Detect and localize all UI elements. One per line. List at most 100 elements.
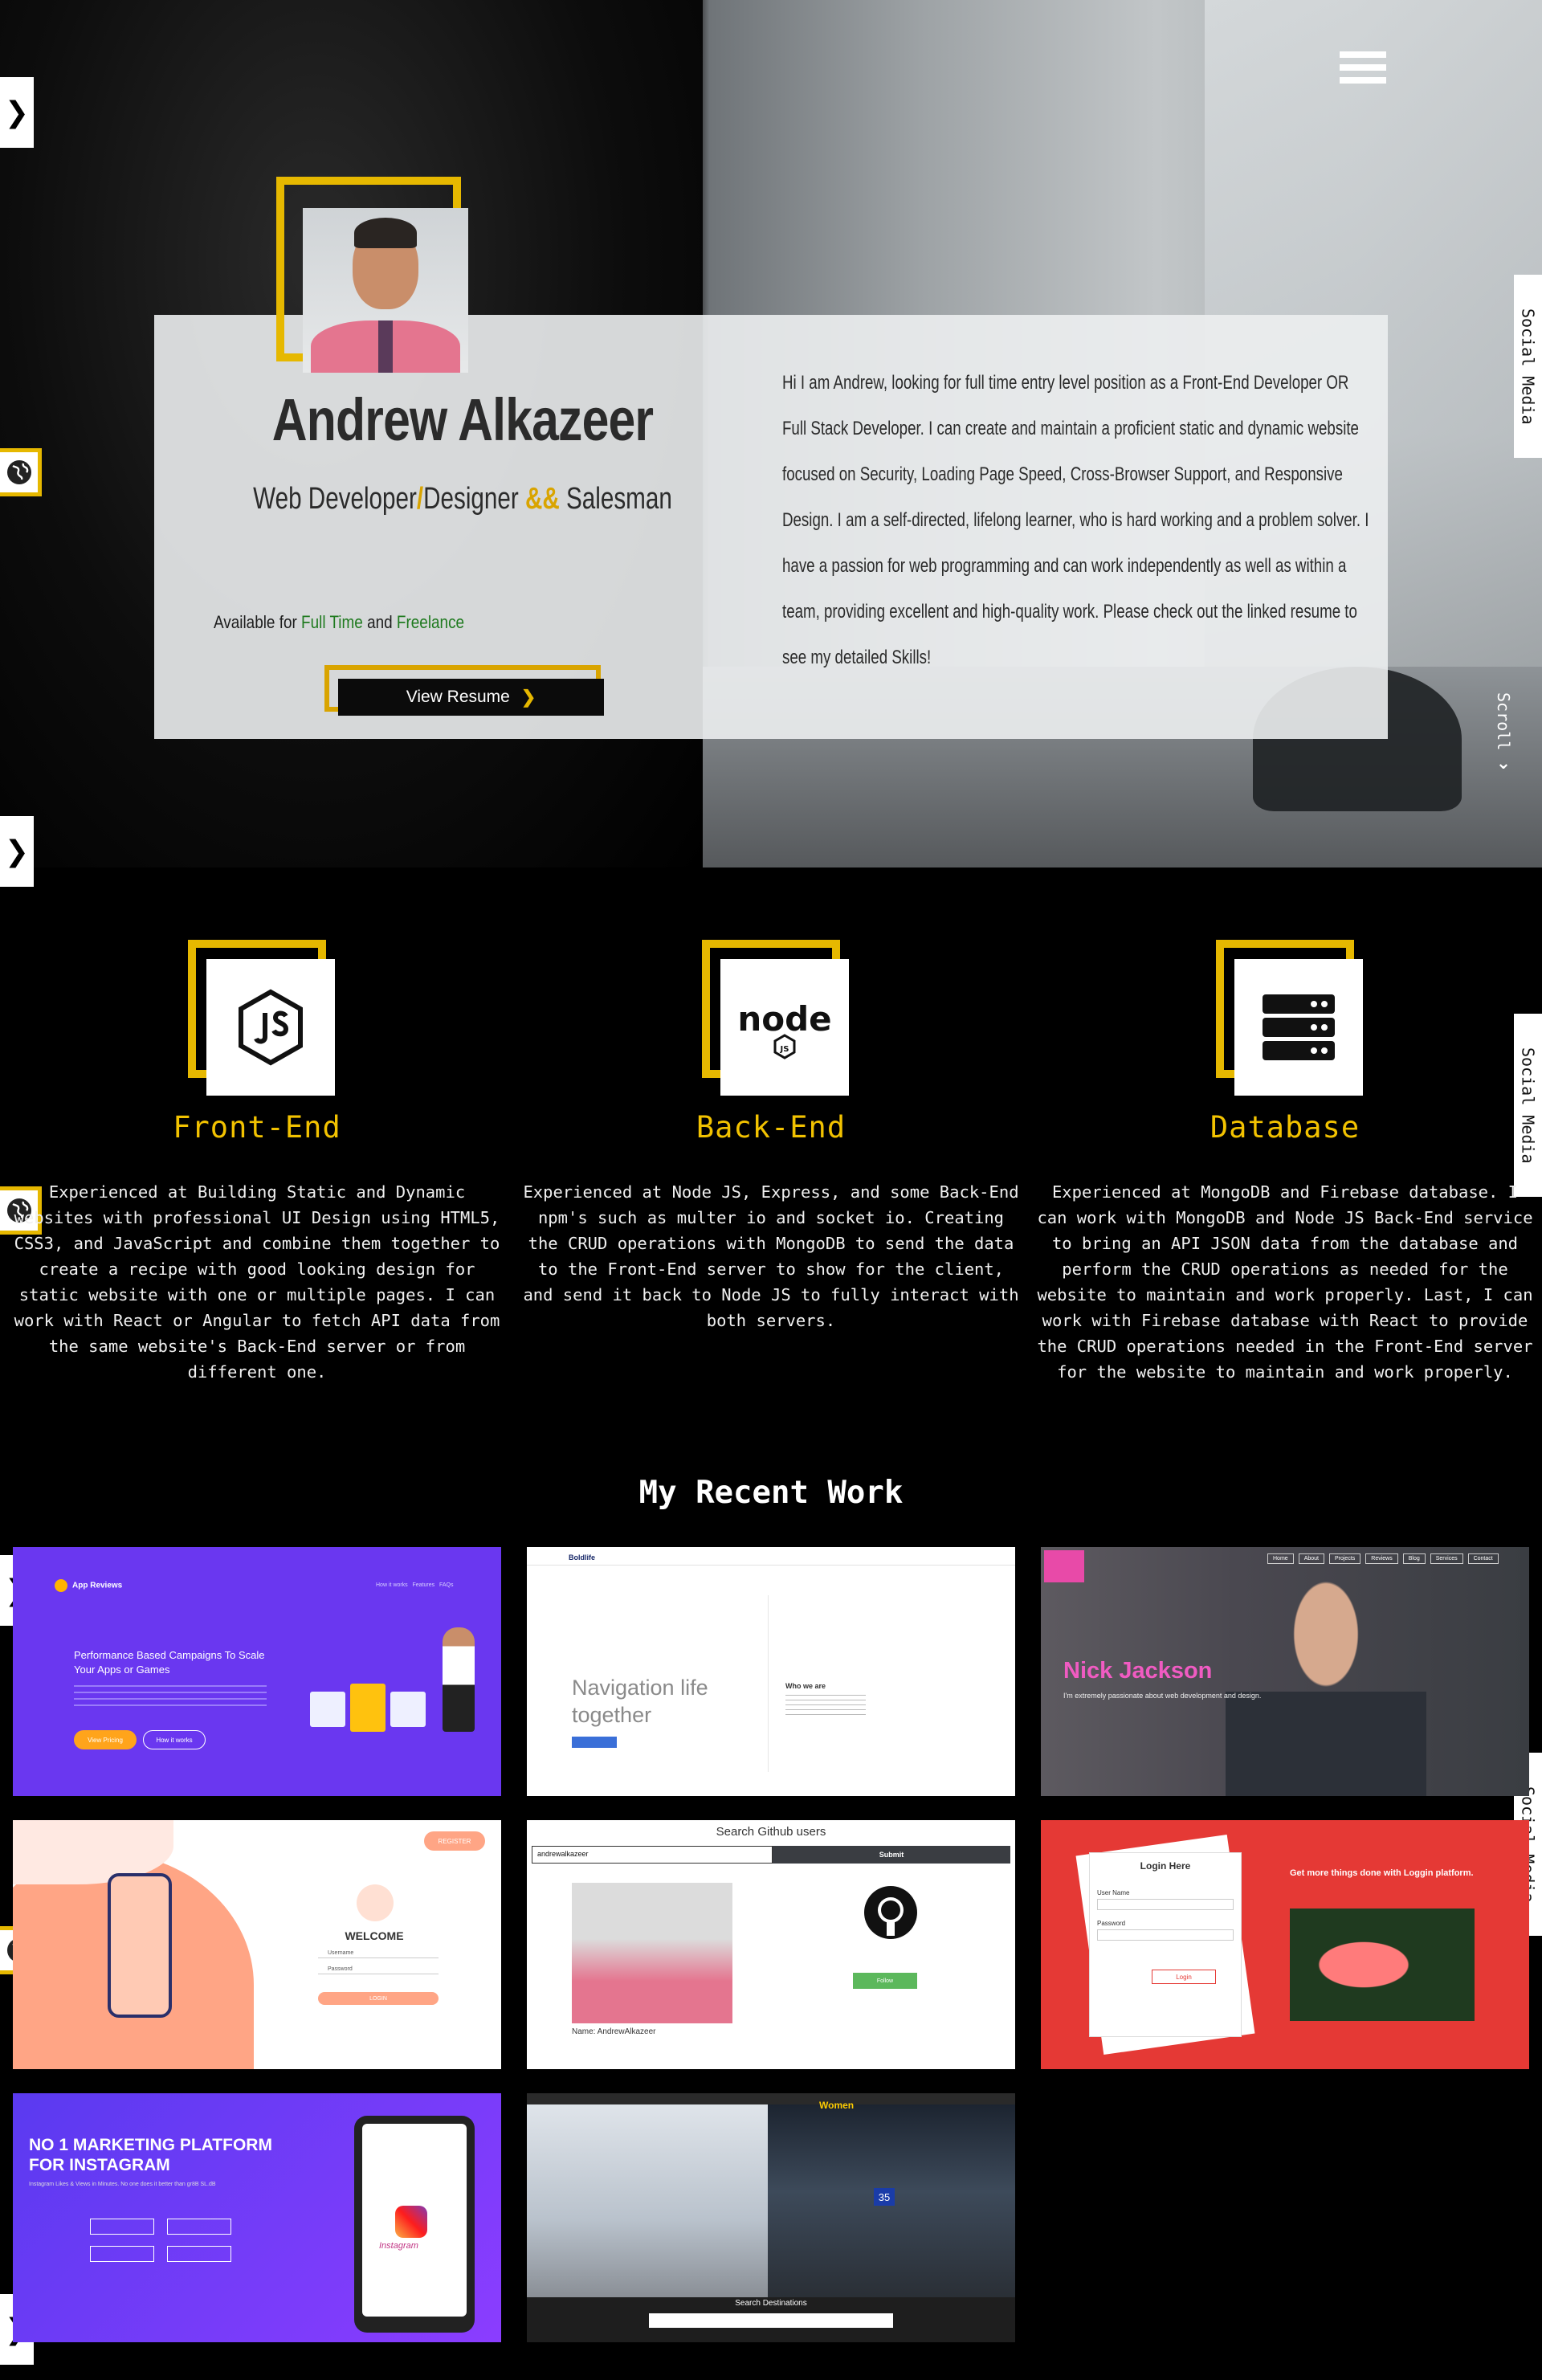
github-icon xyxy=(864,1886,917,1939)
instagram-icon xyxy=(395,2206,427,2238)
role-developer: Web Developer xyxy=(253,482,417,516)
profile-photo xyxy=(303,208,468,373)
project-nav-item: Contact xyxy=(1467,1553,1499,1564)
hero-section: Andrew Alkazeer Web Developer/Designer &… xyxy=(0,0,1542,867)
chevron-down-icon: ⌄ xyxy=(1495,753,1511,774)
nodejs-icon: node JS xyxy=(737,999,832,1059)
project-button: Login xyxy=(1152,1970,1216,1984)
project-button-outline xyxy=(167,2246,231,2262)
project-button: Follow xyxy=(853,1973,917,1989)
illustration-box xyxy=(390,1692,426,1727)
project-nav: Home About Projects Reviews Blog Service… xyxy=(1267,1553,1499,1564)
project-card-nick-jackson[interactable]: Home About Projects Reviews Blog Service… xyxy=(1041,1547,1529,1796)
bio-text: Hi I am Andrew, looking for full time en… xyxy=(782,372,1369,668)
availability: Available for Full Time and Freelance xyxy=(214,612,464,633)
project-card-login-here[interactable]: Login Here User Name Password Login Get … xyxy=(1041,1820,1529,2069)
project-nav-item: Home xyxy=(1267,1553,1294,1564)
project-nav-bar xyxy=(527,2093,1015,2104)
skill-icon-box xyxy=(206,959,335,1096)
project-card-travel[interactable]: Women 35 Search Destinations xyxy=(527,2093,1015,2342)
js-icon xyxy=(239,989,303,1066)
availability-fulltime: Full Time xyxy=(301,612,363,632)
project-headline: Performance Based Campaigns To Scale You… xyxy=(74,1649,265,1676)
scroll-indicator[interactable]: Scroll ⌄ xyxy=(1489,692,1518,774)
role-ampersand: && xyxy=(524,482,560,516)
project-card-github-search[interactable]: Search Github users andrewalkazeer Submi… xyxy=(527,1820,1015,2069)
project-brand: App Reviews xyxy=(55,1579,122,1592)
project-headline: Nick Jackson xyxy=(1063,1658,1213,1684)
project-phone xyxy=(108,1873,172,2018)
divider xyxy=(768,1595,769,1772)
project-button-1: View Pricing xyxy=(74,1730,137,1749)
project-nav-item: Reviews xyxy=(1365,1553,1398,1564)
availability-and: and xyxy=(367,612,393,632)
availability-freelance: Freelance xyxy=(396,612,465,632)
project-nav: How it works Features FAQs xyxy=(376,1582,454,1588)
project-button: LOGIN xyxy=(318,1992,439,2005)
project-sign: Women xyxy=(819,2100,855,2111)
project-photo xyxy=(572,1883,732,2023)
project-tagline: I'm extremely passionate about web devel… xyxy=(1063,1692,1262,1700)
side-nav-arrow-2[interactable]: ❯ xyxy=(0,816,34,887)
project-headline: NO 1 MARKETING PLATFORM FOR INSTAGRAM xyxy=(29,2136,272,2174)
social-media-tab-1[interactable]: Social Media xyxy=(1514,275,1542,458)
project-brand: Boldlife xyxy=(569,1553,595,1561)
divider xyxy=(527,1565,1015,1566)
svg-text:JS: JS xyxy=(780,1045,789,1054)
project-button: Submit xyxy=(773,1846,1010,1864)
project-label: Password xyxy=(1097,1920,1126,1927)
project-logo xyxy=(1044,1550,1084,1582)
project-subtitle: Instagram Likes & Views in Minutes. No o… xyxy=(29,2182,216,2187)
skill-icon-box xyxy=(1234,959,1363,1096)
illustration-box xyxy=(310,1692,345,1727)
project-photo-plane xyxy=(527,2104,768,2297)
skill-icon-box: node JS xyxy=(720,959,849,1096)
project-nav-item: About xyxy=(1298,1553,1324,1564)
project-field: Password xyxy=(318,1965,439,1974)
social-media-tab-2[interactable]: Social Media xyxy=(1514,1014,1542,1197)
project-card-boldlife[interactable]: Boldlife Navigation life together Who we… xyxy=(527,1547,1015,1796)
globe-icon xyxy=(6,460,31,484)
hamburger-menu-icon[interactable] xyxy=(1340,51,1386,84)
availability-prefix: Available for xyxy=(214,612,297,632)
svg-text:node: node xyxy=(737,999,831,1039)
profile-role: Web Developer/Designer && Salesman xyxy=(222,482,703,516)
project-search-field: andrewalkazeer xyxy=(532,1846,773,1864)
project-headline: Navigation life together xyxy=(572,1676,708,1727)
project-field xyxy=(1097,1899,1234,1910)
project-paragraph-lines xyxy=(785,1695,866,1719)
project-gate-sign: 35 xyxy=(874,2188,895,2206)
project-logo-text: Instagram xyxy=(379,2241,418,2251)
project-card-instagram-marketing[interactable]: NO 1 MARKETING PLATFORM FOR INSTAGRAM In… xyxy=(13,2093,501,2342)
recent-work-title: My Recent Work xyxy=(638,1475,904,1511)
project-card-welcome-login[interactable]: REGISTER WELCOME Username Password LOGIN xyxy=(13,1820,501,2069)
project-headline: Login Here xyxy=(1140,1860,1191,1872)
project-paragraph-lines xyxy=(74,1685,267,1708)
project-headline: WELCOME xyxy=(345,1929,404,1942)
chevron-right-icon: ❯ xyxy=(4,96,30,129)
project-card-app-reviews[interactable]: App Reviews How it works Features FAQs P… xyxy=(13,1547,501,1796)
project-button-outline xyxy=(90,2246,154,2262)
view-resume-button[interactable]: View Resume ❯ xyxy=(338,679,604,716)
project-flamingo-image xyxy=(1290,1908,1475,2021)
project-brand-text: App Reviews xyxy=(72,1581,123,1590)
project-nav-item: Blog xyxy=(1402,1553,1426,1564)
project-nav-item: Services xyxy=(1430,1553,1463,1564)
role-designer: Designer xyxy=(423,482,519,516)
illustration-box xyxy=(350,1684,386,1732)
view-resume-label: View Resume xyxy=(406,688,510,706)
project-search-field xyxy=(649,2313,893,2328)
globe-button-1[interactable] xyxy=(0,448,42,496)
skill-title: Database xyxy=(1210,1110,1360,1145)
chevron-right-icon: ❯ xyxy=(4,835,30,868)
project-label: User Name xyxy=(1097,1889,1130,1896)
side-nav-arrow-1[interactable]: ❯ xyxy=(0,77,34,148)
project-button-outline xyxy=(167,2219,231,2235)
project-field xyxy=(1097,1929,1234,1941)
project-nav-item: Projects xyxy=(1328,1553,1361,1564)
scroll-label: Scroll xyxy=(1494,692,1513,751)
project-headline: Search Github users xyxy=(716,1825,826,1839)
role-salesman: Salesman xyxy=(566,482,672,516)
project-field: Username xyxy=(318,1949,439,1958)
profile-name: Andrew Alkazeer xyxy=(271,386,654,453)
